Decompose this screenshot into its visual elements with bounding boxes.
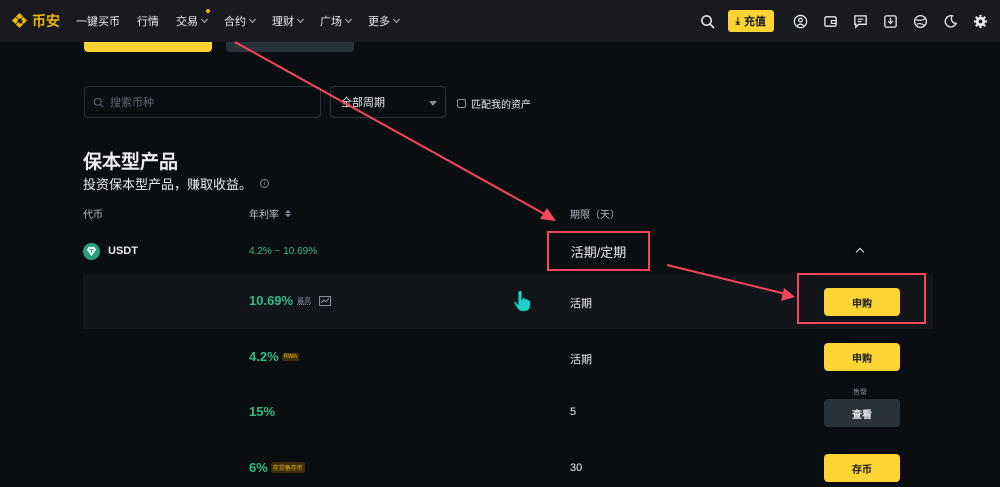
deposit-button[interactable]: ⤓ 充值	[727, 10, 774, 32]
sold-out-label: 售罄	[853, 389, 867, 396]
product-rate: 4.2%	[249, 349, 279, 364]
message-icon[interactable]	[852, 13, 868, 29]
nav-item-markets[interactable]: 行情	[137, 13, 159, 29]
column-header-apr[interactable]: 年利率	[249, 206, 291, 221]
product-row: 15% 5 查看	[83, 384, 933, 439]
subscribe-button[interactable]: 申购	[824, 343, 900, 371]
product-rate: 6%	[249, 460, 268, 475]
notification-dot	[206, 9, 210, 13]
chevron-down-icon	[200, 15, 209, 24]
chevron-down-icon	[248, 15, 257, 24]
product-rate: 10.69%	[249, 293, 294, 308]
view-button[interactable]: 查看	[824, 399, 900, 427]
product-tag: 存贷备存币	[270, 462, 305, 473]
nav-item-earn[interactable]: 理财	[272, 13, 305, 29]
nav-item-more[interactable]: 更多	[368, 13, 401, 29]
chart-icon[interactable]	[319, 295, 332, 306]
tab-primary-button[interactable]	[84, 42, 212, 52]
column-header-term: 期限（天）	[570, 210, 620, 221]
highlight-box	[797, 273, 926, 324]
product-term: 活期	[570, 354, 592, 366]
nav-item-buy-crypto[interactable]: 一键买币	[76, 13, 120, 29]
nav-item-square[interactable]: 广场	[320, 13, 353, 29]
chevron-down-icon	[392, 15, 401, 24]
search-icon	[93, 97, 104, 108]
sort-icon[interactable]	[285, 210, 291, 217]
search-input[interactable]: 搜索币种	[84, 86, 321, 118]
match-assets-label: 匹配我的资产	[471, 100, 531, 111]
hand-cursor-icon	[513, 289, 531, 312]
product-term: 活期	[570, 298, 592, 310]
product-row: 4.2% RWA 活期 申购	[83, 329, 933, 384]
section-subtitle: 投资保本型产品，赚取收益。 i	[83, 174, 270, 193]
period-value: 全部周期	[341, 97, 385, 109]
search-placeholder: 搜索币种	[110, 97, 154, 109]
download-icon: ⤓	[735, 15, 740, 27]
moon-icon[interactable]	[942, 13, 958, 29]
info-icon[interactable]: i	[260, 179, 270, 188]
nav-item-futures[interactable]: 合约	[224, 13, 257, 29]
binance-logo[interactable]: 币安	[11, 11, 60, 31]
coin-apr-range: 4.2% ~ 10.69%	[249, 246, 318, 257]
tab-secondary-button[interactable]	[226, 42, 354, 52]
section-title: 保本型产品	[83, 152, 179, 173]
chevron-down-icon	[344, 15, 353, 24]
product-term: 5	[570, 406, 577, 418]
product-rate: 15%	[249, 404, 276, 419]
nav-item-trade[interactable]: 交易	[176, 9, 210, 29]
product-row: 6% 存贷备存币 30 存币	[83, 439, 933, 487]
user-icon[interactable]	[792, 13, 808, 29]
column-header-coin: 代币	[83, 210, 103, 221]
period-select[interactable]: 全部周期	[330, 86, 446, 118]
logo-text: 币安	[32, 13, 60, 29]
product-term: 30	[570, 462, 583, 474]
product-tag: RWA	[281, 352, 300, 361]
product-tag: 最高	[297, 297, 312, 305]
coin-name: USDT	[108, 245, 138, 257]
chevron-up-icon[interactable]	[855, 247, 865, 257]
checkbox[interactable]	[457, 99, 466, 108]
globe-icon[interactable]	[912, 13, 928, 29]
term-type-label: 活期/定期	[547, 231, 650, 271]
usdt-coin-icon	[83, 243, 100, 260]
wallet-icon[interactable]	[822, 13, 838, 29]
binance-logo-icon	[11, 12, 28, 29]
search-icon[interactable]	[700, 13, 716, 29]
caret-down-icon	[429, 101, 437, 106]
gear-icon[interactable]	[972, 13, 988, 29]
top-nav: 币安 一键买币 行情 交易 合约 理财 广场 更多 ⤓ 充值	[0, 0, 1000, 42]
chevron-down-icon	[296, 15, 305, 24]
match-assets-checkbox[interactable]: 匹配我的资产	[457, 96, 531, 111]
deposit-coin-button[interactable]: 存币	[824, 454, 900, 482]
download-app-icon[interactable]	[882, 13, 898, 29]
